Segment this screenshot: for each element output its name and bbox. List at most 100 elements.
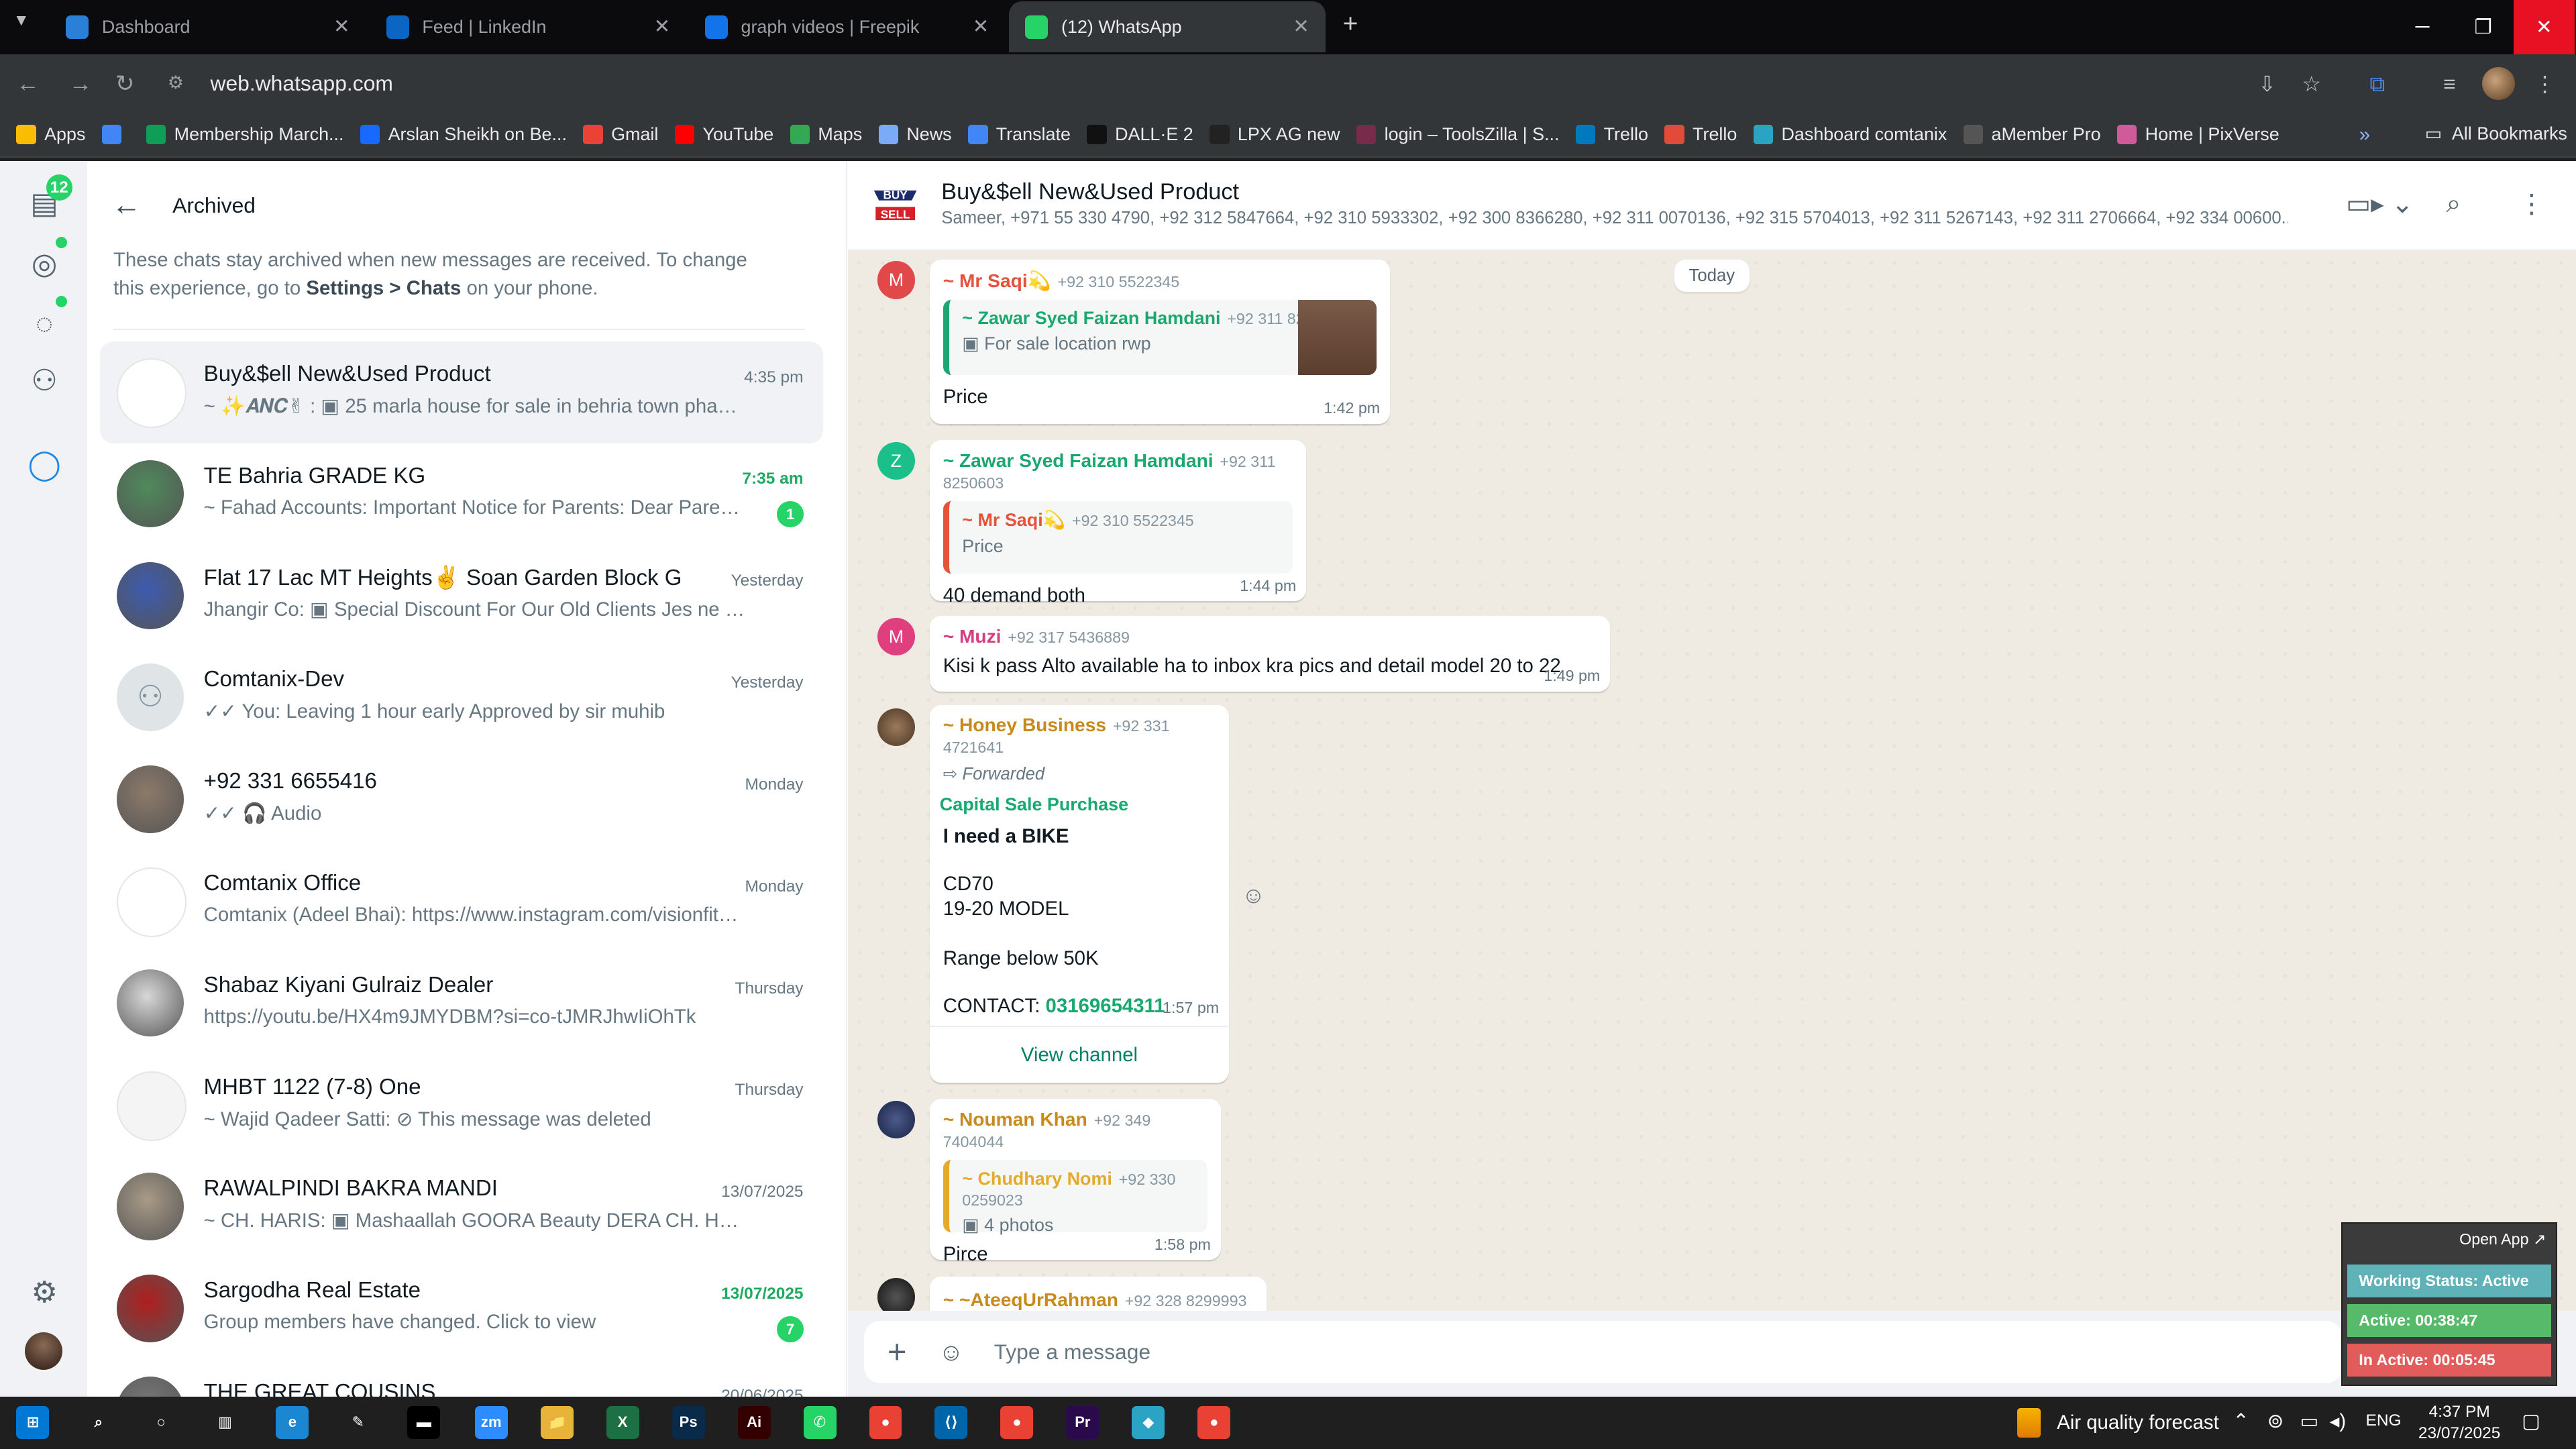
chat-list-item[interactable]: Shabaz Kiyani Gulraiz Dealer Thursday http… <box>100 953 823 1055</box>
open-app-link[interactable]: Open App ↗ <box>2459 1230 2546 1248</box>
bookmark-item[interactable]: Membership March... <box>146 124 344 145</box>
taskbar-app-icon[interactable]: Pr <box>1066 1406 1099 1440</box>
chat-list-item[interactable]: Flat 17 Lac MT Heights✌️ Soan Garden Blo… <box>100 545 823 647</box>
weather-icon[interactable] <box>2017 1407 2041 1438</box>
chat-list-item[interactable]: Comtanix Office Monday Comtanix (Adeel Bha… <box>100 851 823 953</box>
view-channel-button[interactable]: View channel <box>930 1025 1229 1083</box>
bookmark-item[interactable]: Apps <box>16 124 85 145</box>
profile-avatar[interactable] <box>2482 67 2516 101</box>
bookmark-item[interactable]: LPX AG new <box>1210 124 1340 145</box>
forward-icon[interactable]: → <box>66 69 95 99</box>
taskbar-app-icon[interactable]: ▬ <box>407 1406 441 1440</box>
bookmark-item[interactable]: Trello <box>1664 124 1737 145</box>
search-icon[interactable]: ⌕ <box>2447 189 2461 219</box>
sender-avatar[interactable]: M <box>877 617 916 656</box>
browser-tab[interactable]: graph videos | Freepik ✕ <box>688 1 1006 52</box>
contact-number[interactable]: 03169654311 <box>1046 995 1165 1017</box>
channel-name[interactable]: Capital Sale Purchase <box>940 794 1219 815</box>
group-avatar[interactable]: BUY SELL <box>867 176 924 232</box>
taskbar-app-icon[interactable]: ○ <box>145 1406 178 1439</box>
bookmark-star-icon[interactable]: ☆ <box>2297 69 2326 99</box>
more-options-icon[interactable]: ⋮ <box>2518 189 2544 219</box>
taskbar-app-icon[interactable]: ● <box>1197 1406 1231 1440</box>
bookmark-item[interactable]: Translate <box>968 124 1071 145</box>
more-bookmarks-icon[interactable]: » <box>2359 123 2370 146</box>
quoted-message[interactable]: ~ Mr Saqi💫 +92 310 5522345 Price <box>943 501 1293 574</box>
attach-plus-icon[interactable]: + <box>881 1334 914 1371</box>
taskbar-app-icon[interactable]: ● <box>869 1406 902 1440</box>
tab-close-icon[interactable]: ✕ <box>1293 15 1309 38</box>
communities-icon[interactable]: ⚇ <box>26 363 62 399</box>
message-bubble[interactable]: ~ Nouman Khan +92 349 7404044 ~ Chudhary … <box>930 1099 1221 1265</box>
bookmark-item[interactable]: login – ToolsZilla | S... <box>1356 124 1560 145</box>
bookmark-item[interactable] <box>101 125 130 145</box>
taskbar-app-icon[interactable]: ⊞ <box>16 1406 50 1440</box>
taskbar-app-icon[interactable]: X <box>606 1406 639 1440</box>
bookmark-item[interactable]: Trello <box>1576 124 1648 145</box>
bookmark-item[interactable]: Arslan Sheikh on Be... <box>360 124 567 145</box>
message-bubble[interactable]: ~ Muzi +92 317 5436889 Kisi k pass Alto a… <box>930 616 1610 692</box>
tab-close-icon[interactable]: ✕ <box>654 15 671 38</box>
all-bookmarks-button[interactable]: ▭ All Bookmarks <box>2425 123 2567 144</box>
taskbar-app-icon[interactable]: ⟨⟩ <box>934 1406 968 1440</box>
taskbar-app-icon[interactable]: ✆ <box>803 1406 837 1440</box>
meta-ai-icon[interactable]: ◯ <box>26 447 62 483</box>
bookmark-item[interactable]: News <box>878 124 952 145</box>
tab-close-icon[interactable]: ✕ <box>333 15 350 38</box>
reading-list-icon[interactable]: ≡ <box>2434 69 2464 99</box>
emoji-sticker-icon[interactable]: ☺ <box>934 1338 967 1366</box>
chat-list-item[interactable]: TE Bahria GRADE KG 7:35 am ~ Fahad Account… <box>100 443 823 545</box>
reload-icon[interactable]: ↻ <box>110 69 140 99</box>
message-bubble[interactable]: ~ Zawar Syed Faizan Hamdani +92 311 82506… <box>930 440 1306 606</box>
browser-tab[interactable]: Feed | LinkedIn ✕ <box>370 1 687 52</box>
sender-avatar[interactable] <box>877 1278 916 1311</box>
message-bubble[interactable]: ~ ~AteeqUrRahman +92 328 8299993 <box>930 1276 1267 1311</box>
tab-search-icon[interactable]: ▼ <box>13 11 43 41</box>
sender-avatar[interactable]: M <box>877 261 916 299</box>
bookmark-item[interactable]: Gmail <box>583 124 658 145</box>
taskbar-app-icon[interactable]: ⌕ <box>82 1406 115 1439</box>
bookmark-item[interactable]: Maps <box>790 124 862 145</box>
back-icon[interactable]: ← <box>13 69 43 99</box>
quoted-message[interactable]: ~ Chudhary Nomi +92 330 0259023 ▣ 4 photo… <box>943 1160 1208 1235</box>
new-tab-button[interactable]: + <box>1334 8 1367 41</box>
weather-text[interactable]: Air quality forecast <box>2057 1411 2219 1434</box>
chat-list-item[interactable]: THE GREAT COUSINS 20/06/2025 <box>100 1360 823 1397</box>
bookmark-item[interactable]: DALL·E 2 <box>1087 124 1193 145</box>
message-bubble[interactable]: ~ Mr Saqi💫 +92 310 5522345 ~ Zawar Syed F… <box>930 259 1390 424</box>
chat-list-item[interactable]: Buy&$ell New&Used Product 4:35 pm ~ ✨𝑨𝑵𝑪✌ … <box>100 341 823 444</box>
taskbar-app-icon[interactable]: ◆ <box>1132 1406 1165 1440</box>
taskbar-app-icon[interactable]: 📁 <box>540 1406 574 1440</box>
restore-icon[interactable]: ❐ <box>2453 0 2514 54</box>
quoted-message[interactable]: ~ Zawar Syed Faizan Hamdani +92 311 82506… <box>943 299 1377 376</box>
channels-icon[interactable]: ◌ <box>26 306 62 342</box>
bookmark-item[interactable]: Dashboard comtanix <box>1753 124 1947 145</box>
sender-avatar[interactable] <box>877 1100 916 1139</box>
back-arrow-icon[interactable]: ← <box>112 189 148 222</box>
taskbar-app-icon[interactable]: zm <box>474 1406 508 1440</box>
bookmark-item[interactable]: aMember Pro <box>1963 124 2101 145</box>
tray-app-icon[interactable]: ⊚ <box>2267 1409 2284 1433</box>
message-bubble[interactable]: ~ Honey Business +92 331 4721641 ⇨ Forwar… <box>930 704 1229 1083</box>
taskbar-app-icon[interactable]: ▥ <box>209 1406 241 1439</box>
tray-chevron-icon[interactable]: ⌃ <box>2233 1409 2249 1433</box>
close-window-icon[interactable]: ✕ <box>2513 0 2575 54</box>
network-icon[interactable]: ▭ <box>2300 1409 2319 1433</box>
site-info-icon[interactable]: ⚙ <box>168 72 191 95</box>
minimize-icon[interactable]: ─ <box>2392 0 2453 54</box>
conversation-header[interactable]: BUY SELL Buy&$ell New&Used Product Sameer… <box>847 161 2576 252</box>
status-icon[interactable]: ◎ <box>26 246 62 282</box>
chat-list-item[interactable]: RAWALPINDI BAKRA MANDI 13/07/2025 ~ CH. HA… <box>100 1157 823 1258</box>
menu-icon[interactable]: ⋮ <box>2530 69 2559 99</box>
taskbar-app-icon[interactable]: Ps <box>672 1406 705 1440</box>
browser-tab[interactable]: Dashboard ✕ <box>49 1 366 52</box>
clock[interactable]: 4:37 PM 23/07/2025 <box>2410 1401 2509 1444</box>
video-call-icon[interactable]: ▭▸ ⌄ <box>2346 189 2413 219</box>
chat-list-item[interactable]: ⚇ Comtanix-Dev Yesterday ✓✓ You: Leaving 1 … <box>100 647 823 749</box>
taskbar-app-icon[interactable]: Ai <box>737 1406 771 1440</box>
sender-avatar[interactable]: Z <box>877 441 916 480</box>
profile-avatar[interactable] <box>24 1332 63 1371</box>
browser-tab[interactable]: (12) WhatsApp ✕ <box>1008 1 1326 53</box>
bookmark-item[interactable]: YouTube <box>674 124 773 145</box>
message-input-box[interactable]: + ☺ <box>864 1320 2343 1384</box>
